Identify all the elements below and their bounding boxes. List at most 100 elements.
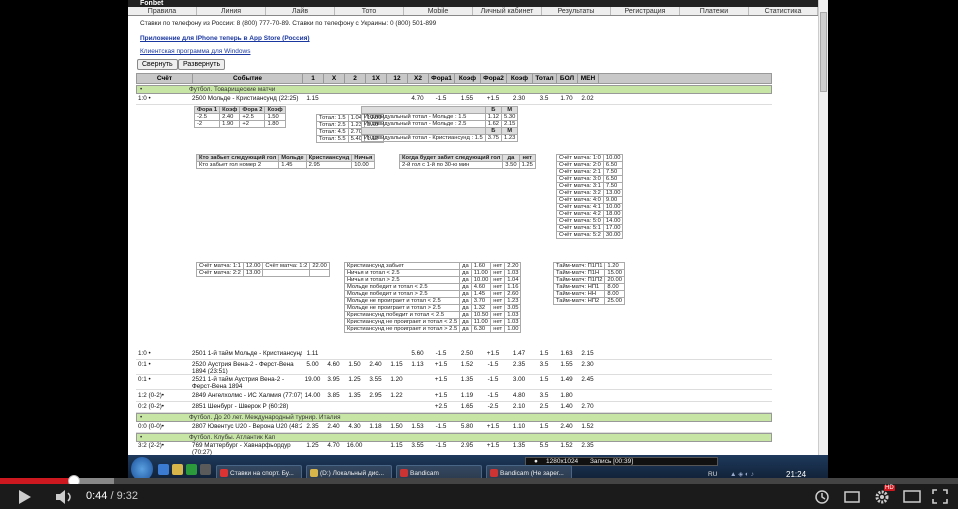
page-scrollbar[interactable]: [818, 0, 828, 455]
odds-cell[interactable]: 3.5: [532, 361, 556, 374]
market-cell[interactable]: 3.70: [470, 297, 492, 305]
market-cell[interactable]: 10.00: [351, 161, 376, 169]
odds-cell[interactable]: [344, 94, 365, 104]
column-header[interactable]: 2: [345, 74, 366, 83]
odds-cell[interactable]: 2.95: [365, 391, 386, 401]
app-icon[interactable]: [200, 464, 211, 475]
odds-cell[interactable]: 1.55: [454, 94, 480, 104]
odds-cell[interactable]: [323, 402, 344, 412]
explorer-icon[interactable]: [172, 464, 183, 475]
odds-cell[interactable]: 2.40: [556, 422, 577, 432]
market-cell[interactable]: +2: [239, 120, 266, 128]
captions-icon[interactable]: [844, 491, 860, 503]
market-cell[interactable]: 10.50: [470, 311, 492, 319]
event-name[interactable]: 769 Маттербург - Хавнарфьордур (70:27): [192, 442, 302, 455]
odds-cell[interactable]: +1.5: [480, 349, 506, 359]
market-cell[interactable]: Тайм-матч: П1Н: [552, 269, 606, 277]
odds-cell[interactable]: 1.49: [556, 376, 577, 389]
market-cell[interactable]: 10.00: [470, 276, 492, 284]
market-cell[interactable]: Счёт матча: 1:2: [262, 262, 311, 270]
odds-cell[interactable]: 2.70: [577, 402, 598, 412]
market-cell[interactable]: Счёт матча: 4:1: [556, 203, 604, 211]
market-cell[interactable]: 1.00: [504, 325, 522, 333]
odds-cell[interactable]: 2.35: [302, 422, 323, 432]
odds-cell[interactable]: -1.5: [428, 94, 454, 104]
market-cell[interactable]: Счёт матча: 4:0: [556, 196, 604, 204]
fullscreen-icon[interactable]: [932, 489, 948, 504]
watch-later-icon[interactable]: [815, 490, 829, 504]
odds-cell[interactable]: 1.35: [506, 442, 532, 455]
odds-cell[interactable]: 14.00: [302, 391, 323, 401]
market-cell[interactable]: 2-й гол с 1-й по 30-ю мин: [398, 161, 504, 169]
menu-item[interactable]: Лайв: [266, 7, 335, 15]
odds-cell[interactable]: 2.35: [506, 361, 532, 374]
odds-cell[interactable]: 1.10: [506, 422, 532, 432]
market-cell[interactable]: -2.5: [193, 113, 221, 121]
odds-cell[interactable]: 1.65: [454, 402, 480, 412]
odds-cell[interactable]: 2.95: [454, 442, 480, 455]
event-name[interactable]: 2851 Шенбург - Шверок Р (60:28): [192, 402, 302, 412]
play-icon[interactable]: [18, 490, 32, 504]
odds-cell[interactable]: 1.50: [344, 361, 365, 374]
market-cell[interactable]: 1.60: [470, 262, 492, 270]
event-name[interactable]: 2807 Ювентус U20 - Верона U20 (48:22): [192, 422, 302, 432]
odds-cell[interactable]: +1.5: [480, 94, 506, 104]
odds-cell[interactable]: 1.35: [344, 391, 365, 401]
market-cell[interactable]: Тайм-матч: П1П2: [552, 276, 606, 284]
column-header[interactable]: Счёт: [137, 74, 193, 83]
column-header[interactable]: Коэф: [455, 74, 481, 83]
odds-cell[interactable]: 1.15: [386, 442, 407, 455]
market-cell[interactable]: 1.03: [504, 311, 522, 319]
market-cell[interactable]: Счёт матча: 1:1: [196, 262, 244, 270]
odds-cell[interactable]: +1.5: [428, 376, 454, 389]
market-cell[interactable]: 2.15: [501, 120, 519, 128]
odds-cell[interactable]: 3.55: [407, 442, 428, 455]
market-cell[interactable]: Тотал: 1.5: [316, 114, 349, 122]
market-cell[interactable]: да: [459, 304, 472, 312]
expand-button[interactable]: Развернуть: [178, 59, 226, 70]
event-name[interactable]: 2521 1-й тайм Аустрия Вена-2 - Ферст-Вен…: [192, 376, 302, 389]
market-cell[interactable]: Кто забьет гол номер 2: [195, 161, 280, 169]
market-cell[interactable]: нет: [490, 290, 506, 298]
event-name[interactable]: 2501 1-й тайм Мольде - Кристиансунд: [192, 349, 302, 359]
market-cell[interactable]: 2.60: [504, 290, 522, 298]
market-cell[interactable]: -2: [193, 120, 221, 128]
odds-cell[interactable]: 1.18: [365, 422, 386, 432]
market-cell[interactable]: Мольде победит и тотал > 2.5: [343, 290, 461, 298]
column-header[interactable]: 1: [303, 74, 324, 83]
event-row[interactable]: 1:2 (0-2)• 2849 Ангелхолмс - ИС Халмия (7…: [136, 391, 772, 402]
odds-cell[interactable]: [386, 349, 407, 359]
odds-cell[interactable]: 1.80: [556, 391, 577, 401]
event-row[interactable]: 3:2 (2-2)• 769 Маттербург - Хавнарфьордур…: [136, 442, 772, 456]
odds-cell[interactable]: +1.5: [480, 422, 506, 432]
market-cell[interactable]: 20.00: [604, 276, 625, 284]
market-cell[interactable]: Тайм-матч: НП2: [552, 297, 606, 305]
market-cell[interactable]: Счёт матча: 3:2: [556, 189, 604, 197]
odds-cell[interactable]: [407, 402, 428, 412]
market-cell[interactable]: Счёт матча: 2:2: [196, 269, 244, 277]
odds-cell[interactable]: 3.5: [532, 391, 556, 401]
market-cell[interactable]: 3.05: [504, 304, 522, 312]
market-cell[interactable]: Индивидуальный тотал - Кристиансунд : 1.…: [361, 134, 486, 142]
odds-cell[interactable]: 1.15: [302, 94, 323, 104]
market-cell[interactable]: Ничья и тотал < 2.5: [343, 269, 461, 277]
market-cell[interactable]: 1.32: [470, 304, 492, 312]
odds-cell[interactable]: +1.5: [428, 361, 454, 374]
market-cell[interactable]: 3.50: [502, 161, 520, 169]
market-cell[interactable]: 22.00: [309, 262, 330, 270]
odds-cell[interactable]: 1.15: [386, 361, 407, 374]
market-cell[interactable]: 11.00: [470, 318, 492, 326]
event-name[interactable]: 2500 Мольде - Кристиансунд (22:25): [192, 94, 302, 104]
market-cell[interactable]: Тотал: 5.5: [316, 135, 349, 143]
market-cell[interactable]: Индивидуальный тотал - Мольде : 1.5: [361, 113, 486, 121]
market-cell[interactable]: Тотал: 4.5: [316, 128, 349, 136]
windows-client-link[interactable]: Клиентская программа для Windows: [140, 48, 250, 55]
media-icon[interactable]: [186, 464, 197, 475]
league-group-header[interactable]: • Футбол. Клубы. Атлантик Кап: [136, 433, 772, 442]
column-header[interactable]: Событие: [193, 74, 303, 83]
market-cell[interactable]: 6.50: [602, 161, 624, 169]
market-cell[interactable]: 13.00: [602, 189, 624, 197]
event-row[interactable]: 0:0 (0-0)• 2807 Ювентус U20 - Верона U20 …: [136, 422, 772, 433]
market-cell[interactable]: 10.00: [602, 154, 624, 162]
market-cell[interactable]: да: [459, 262, 472, 270]
